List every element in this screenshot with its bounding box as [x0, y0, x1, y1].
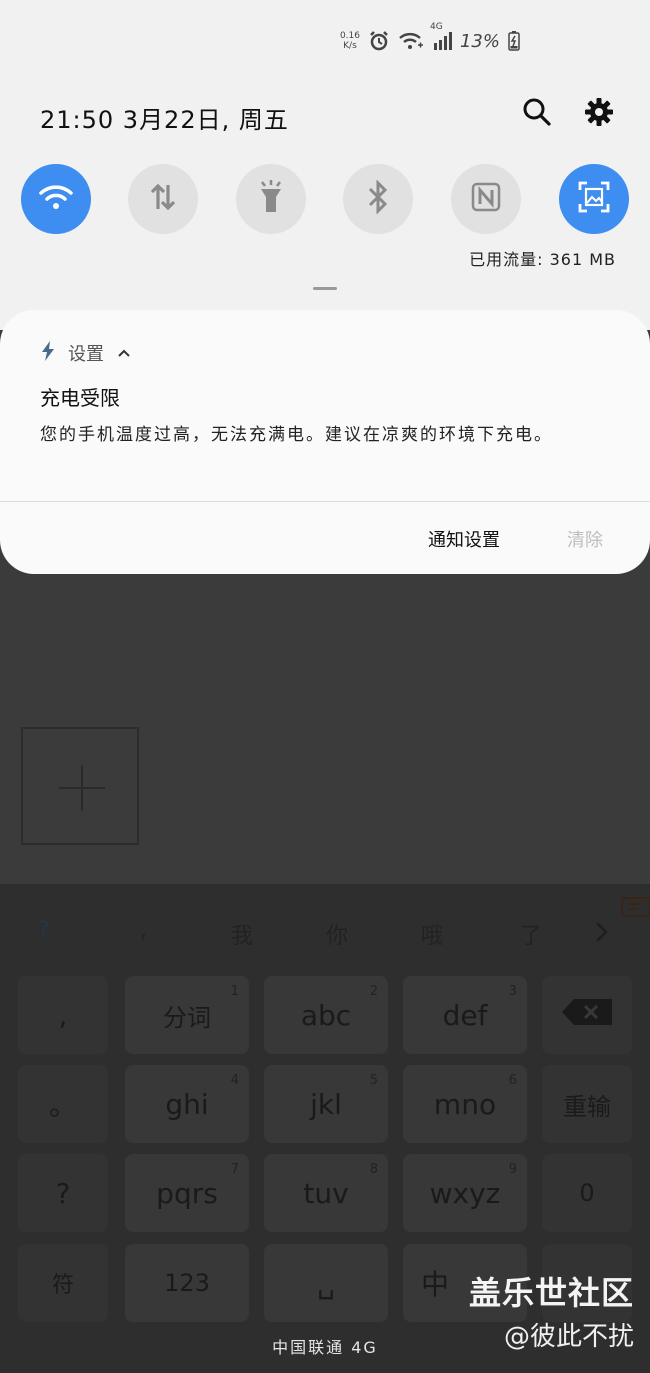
flashlight-icon: [256, 179, 286, 219]
chevron-right-icon[interactable]: [594, 920, 610, 948]
candidate-le[interactable]: 了: [520, 918, 542, 950]
key-pqrs[interactable]: pqrs 7: [125, 1154, 249, 1232]
key-ghi[interactable]: ghi 4: [125, 1065, 249, 1143]
key-space[interactable]: ␣: [264, 1244, 388, 1322]
lightning-icon: [40, 340, 56, 366]
candidate-ni[interactable]: 你: [326, 918, 348, 950]
key-period[interactable]: 。: [18, 1065, 108, 1143]
key-fenci[interactable]: 分词 1: [125, 976, 249, 1054]
key-jkl[interactable]: jkl 5: [264, 1065, 388, 1143]
mobile-data-toggle[interactable]: [128, 164, 198, 234]
add-photo-button[interactable]: [21, 727, 139, 845]
key-mno[interactable]: mno 6: [403, 1065, 527, 1143]
data-usage-label: 已用流量: 361 MB: [469, 250, 616, 269]
alarm-icon: [368, 30, 390, 52]
key-reinput[interactable]: 重输: [542, 1065, 632, 1143]
key-abc[interactable]: abc 2: [264, 976, 388, 1054]
wifi-toggle[interactable]: [21, 164, 91, 234]
watermark-title: 盖乐世社区: [468, 1274, 634, 1312]
notification-title: 充电受限: [40, 386, 120, 410]
nfc-toggle[interactable]: [451, 164, 521, 234]
panel-drag-handle[interactable]: [313, 287, 337, 290]
clear-button[interactable]: 清除: [567, 526, 603, 552]
mobile-data-icon: [147, 181, 179, 217]
battery-charging-icon: [508, 31, 520, 51]
signal-icon: 4G: [430, 22, 452, 50]
date-time: 21:50 3月22日, 周五: [40, 106, 289, 134]
search-icon[interactable]: [521, 96, 553, 128]
screenshot-toggle[interactable]: [559, 164, 629, 234]
key-backspace[interactable]: [542, 976, 632, 1054]
key-comma[interactable]: ,: [18, 976, 108, 1054]
wifi-icon: [38, 182, 74, 216]
battery-percent: 13%: [459, 30, 500, 52]
wifi-calling-icon: [398, 31, 424, 51]
bluetooth-toggle[interactable]: [343, 164, 413, 234]
notification-settings-button[interactable]: 通知设置: [428, 526, 500, 552]
key-wxyz[interactable]: wxyz 9: [403, 1154, 527, 1232]
gear-icon[interactable]: [583, 96, 615, 128]
keyboard-logo-icon: [620, 896, 650, 924]
key-123[interactable]: 123: [125, 1244, 249, 1322]
net-speed: 0.16 K/s: [339, 31, 360, 51]
status-bar: 0.16 K/s 4G 13%: [339, 22, 520, 52]
candidate-comma[interactable]: ,: [140, 918, 147, 943]
key-tuv[interactable]: tuv 8: [264, 1154, 388, 1232]
nfc-icon: [471, 182, 501, 216]
key-def[interactable]: def 3: [403, 976, 527, 1054]
screenshot-icon: [577, 180, 611, 218]
notification-header[interactable]: 设置: [40, 340, 132, 366]
key-question[interactable]: ?: [18, 1154, 108, 1232]
candidate-wo[interactable]: 我: [231, 918, 253, 950]
notification-card[interactable]: 设置 充电受限 您的手机温度过高，无法充满电。建议在凉爽的环境下充电。 通知设置…: [0, 310, 650, 574]
quick-settings-row: [21, 164, 631, 234]
notification-body: 您的手机温度过高，无法充满电。建议在凉爽的环境下充电。: [40, 425, 553, 445]
candidate-question[interactable]: ?: [38, 918, 50, 943]
key-symbols[interactable]: 符: [18, 1244, 108, 1322]
flashlight-toggle[interactable]: [236, 164, 306, 234]
key-zero[interactable]: 0: [542, 1154, 632, 1232]
quick-panel: 0.16 K/s 4G 13% 21:50 3月22日, 周五 已用流量: 36…: [0, 0, 650, 330]
candidate-o[interactable]: 哦: [421, 918, 443, 950]
backspace-icon: [560, 997, 614, 1034]
bluetooth-icon: [366, 179, 390, 218]
notification-app-label: 设置: [68, 344, 104, 365]
plus-icon: [57, 763, 107, 817]
watermark-author: @彼此不扰: [503, 1322, 634, 1352]
chevron-up-icon[interactable]: [116, 343, 132, 364]
divider: [0, 501, 650, 502]
